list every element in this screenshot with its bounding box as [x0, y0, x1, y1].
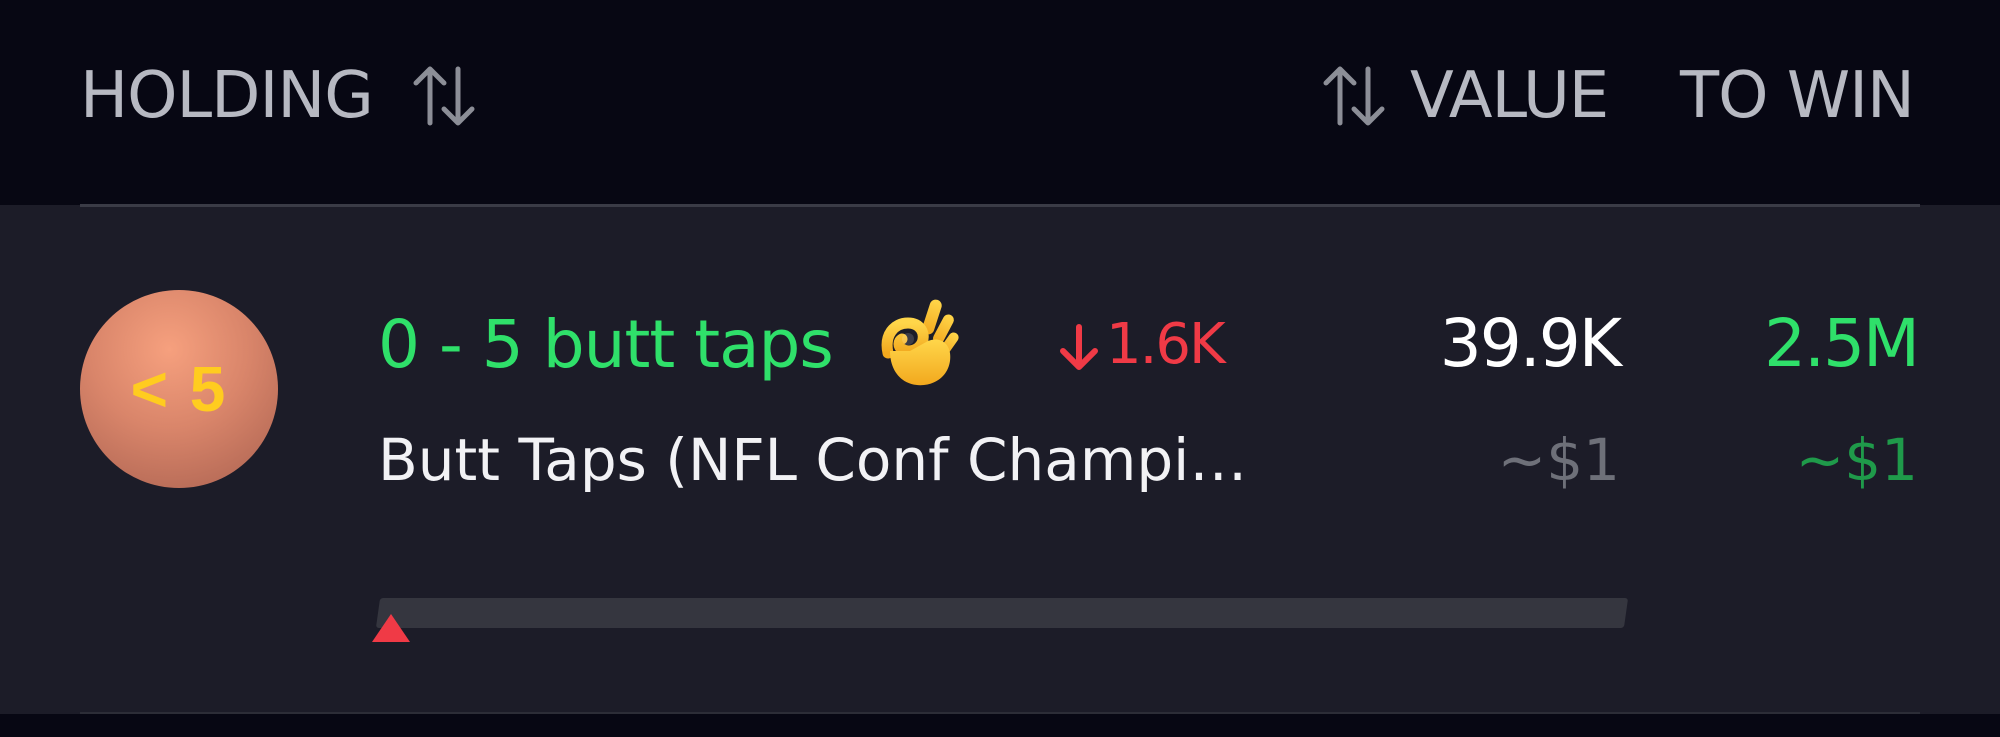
market-name: Butt Taps (NFL Conf Champi…	[378, 426, 1248, 494]
outcome-title: 0 - 5 butt taps	[378, 306, 834, 383]
progress-bar	[375, 598, 1629, 628]
badge-text: < 5	[130, 353, 228, 425]
progress-marker-icon	[372, 614, 410, 642]
position-value: 39.9K	[1439, 305, 1622, 382]
holdings-header: HOLDING VALUE TO WIN	[0, 0, 2000, 205]
value-usd: ~$1	[1497, 426, 1620, 494]
price-change-value: 1.6K	[1106, 312, 1226, 377]
sort-arrows-icon[interactable]	[408, 63, 480, 129]
top-divider	[80, 204, 1920, 207]
down-arrow-icon	[1060, 323, 1098, 370]
bottom-divider	[80, 712, 1920, 714]
to-win-usd: ~$1	[1795, 426, 1918, 494]
position-to-win: 2.5M	[1764, 305, 1920, 382]
ok-hand-icon	[881, 299, 959, 386]
outcome-badge: < 5	[80, 290, 278, 488]
sort-arrows-icon[interactable]	[1318, 63, 1390, 129]
to-win-column-header: TO WIN	[1680, 59, 1915, 133]
value-column-header[interactable]: VALUE	[1410, 56, 1609, 136]
holding-column-header[interactable]: HOLDING	[80, 56, 374, 136]
price-change: 1.6K	[1058, 305, 1226, 385]
